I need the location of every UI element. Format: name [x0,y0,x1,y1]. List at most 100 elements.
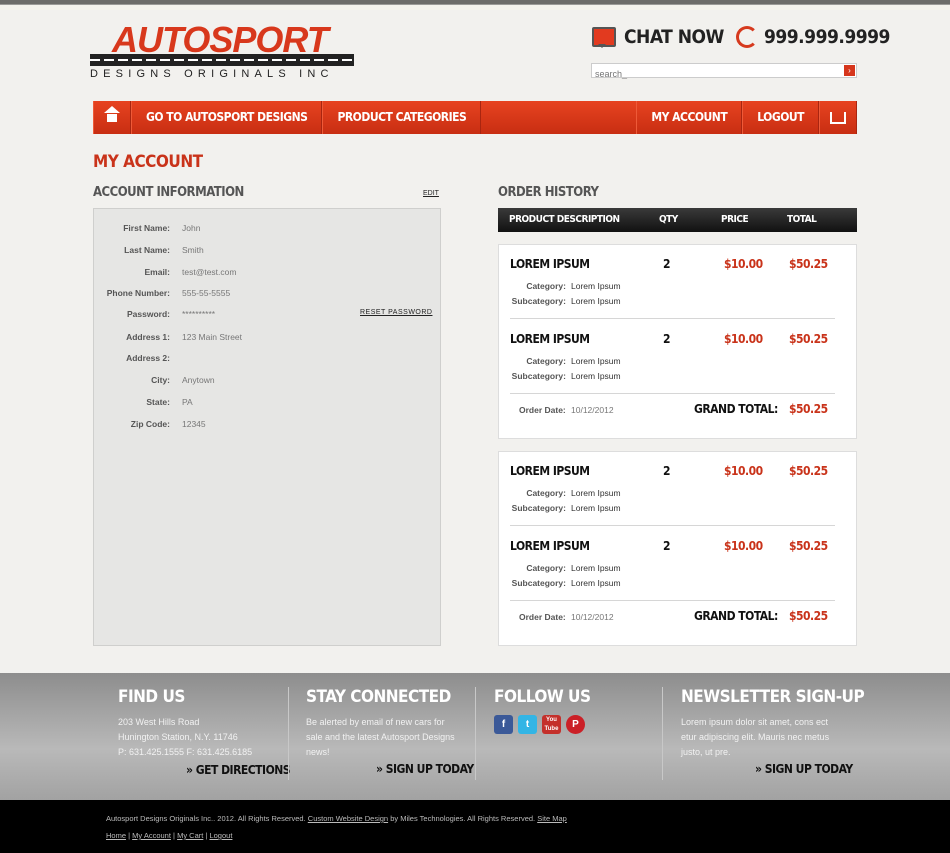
my-cart-link[interactable]: My Cart [177,831,203,840]
link-separator: | [205,831,208,840]
field-value: Anytown [182,375,215,385]
field-value: Smith [182,245,204,255]
find-us-title: FIND US [118,687,185,707]
logo-stripe [90,54,354,66]
stay-connected-signup-link[interactable]: » SIGN UP TODAY [376,762,474,776]
address-line-1: 203 West Hills Road [118,717,200,727]
grand-total-value: $50.25 [789,402,828,416]
footer-follow-us: FOLLOW US f t You Tube P [494,687,644,780]
newsletter-text: Lorem ipsum dolor sit amet, cons ect etu… [681,717,830,757]
phone-number: 999.999.9999 [736,26,890,48]
logout-link[interactable]: Logout [209,831,232,840]
phone-icon [736,26,758,48]
footer-divider [288,687,289,780]
order-date-label: Order Date: [519,612,566,622]
edit-link[interactable]: EDIT [423,190,439,197]
grand-total-value: $50.25 [789,609,828,623]
page-title: MY ACCOUNT [93,152,203,172]
youtube-icon[interactable]: You Tube [542,715,561,734]
field-label: City: [151,375,170,385]
field-label: Last Name: [124,245,170,255]
field-value: 123 Main Street [182,332,243,342]
order-card: LOREM IPSUM 2 $10.00 $50.25 Category: Lo… [498,451,857,646]
col-total: TOTAL [787,214,817,225]
order-line-item: LOREM IPSUM 2 $10.00 $50.25 Category: Lo… [510,245,835,319]
newsletter-title: NEWSLETTER SIGN-UP [681,687,865,707]
search-input[interactable] [592,67,832,81]
link-separator: | [173,831,175,840]
my-account-link[interactable]: My Account [132,831,171,840]
link-separator: | [128,831,131,840]
footer-divider [662,687,663,780]
col-product-description: PRODUCT DESCRIPTION [509,214,620,225]
field-phone: Phone Number: 555-55-5555 [94,288,442,302]
reset-password-link[interactable]: RESET PASSWORD [360,309,432,316]
chat-icon [592,27,616,48]
field-value: John [182,223,201,233]
item-total: $50.25 [789,539,828,553]
facebook-icon[interactable]: f [494,715,513,734]
chat-now-link[interactable]: CHAT NOW [592,26,724,48]
grand-total-label: GRAND TOTAL: [694,402,778,416]
twitter-icon[interactable]: t [518,715,537,734]
field-label: Address 2: [126,353,170,363]
logo[interactable]: AUTOSPORT DESIGNS ORIGINALS INC [90,20,356,82]
address-line-2: Hunington Station, N.Y. 11746 [118,732,238,742]
footer: FIND US 203 West Hills Road Hunington St… [0,673,950,800]
nav-my-account[interactable]: MY ACCOUNT [636,101,743,134]
item-qty: 2 [663,539,671,553]
field-address-1: Address 1: 123 Main Street [94,332,442,346]
social-icons: f t You Tube P [494,715,644,734]
category-label-text: Category: [526,356,566,366]
nav-go-to-autosport[interactable]: GO TO AUTOSPORT DESIGNS [131,101,323,134]
field-address-2: Address 2: [94,353,442,367]
col-qty: QTY [659,214,678,225]
stay-connected-text: Be alerted by email of new cars for sale… [306,717,455,757]
item-name: LOREM IPSUM [510,332,590,346]
item-total: $50.25 [789,332,828,346]
category-value: Lorem Ipsum [571,281,621,291]
get-directions-label: GET DIRECTIONS [195,763,291,777]
field-value: ********** [182,309,216,319]
field-value: 12345 [182,419,206,429]
chat-now-label: CHAT NOW [624,26,724,48]
field-value: PA [182,397,193,407]
category-value: Lorem Ipsum [571,488,621,498]
order-table-header: PRODUCT DESCRIPTION QTY PRICE TOTAL [498,208,857,232]
nav-cart[interactable] [819,101,857,134]
nav-product-categories[interactable]: PRODUCT CATEGORIES [322,101,482,134]
account-info-title: ACCOUNT INFORMATION [93,185,244,200]
cart-icon [830,112,846,124]
field-last-name: Last Name: Smith [94,245,442,259]
category-label-text: Category: [526,488,566,498]
col-price: PRICE [721,214,749,225]
stay-connected-signup-label: SIGN UP TODAY [385,762,474,776]
subcategory-value: Lorem Ipsum [571,296,621,306]
grand-total-label: GRAND TOTAL: [694,609,778,623]
nav-home[interactable] [93,101,131,134]
field-state: State: PA [94,397,442,411]
category-value: Lorem Ipsum [571,563,621,573]
custom-design-link[interactable]: Custom Website Design [308,814,388,823]
category-value: Lorem Ipsum [571,356,621,366]
item-price: $10.00 [724,464,763,478]
pinterest-icon[interactable]: P [566,715,585,734]
subcategory-label-text: Subcategory: [511,296,566,306]
get-directions-link[interactable]: » GET DIRECTIONS [186,763,291,777]
copyright: Autosport Designs Originals Inc.. 2012. … [106,814,567,823]
newsletter-signup-link[interactable]: » SIGN UP TODAY [755,762,853,776]
field-value: 555-55-5555 [182,288,231,298]
site-map-link[interactable]: Site Map [537,814,567,823]
search-button[interactable]: › [844,65,855,76]
item-qty: 2 [663,257,671,271]
search-box: › [591,63,857,81]
field-email: Email: test@test.com [94,267,442,281]
stay-connected-title: STAY CONNECTED [306,687,451,707]
nav-logout[interactable]: LOGOUT [742,101,819,134]
item-price: $10.00 [724,539,763,553]
home-link[interactable]: Home [106,831,126,840]
item-qty: 2 [663,332,671,346]
field-value: test@test.com [182,267,237,277]
subcategory-value: Lorem Ipsum [571,371,621,381]
